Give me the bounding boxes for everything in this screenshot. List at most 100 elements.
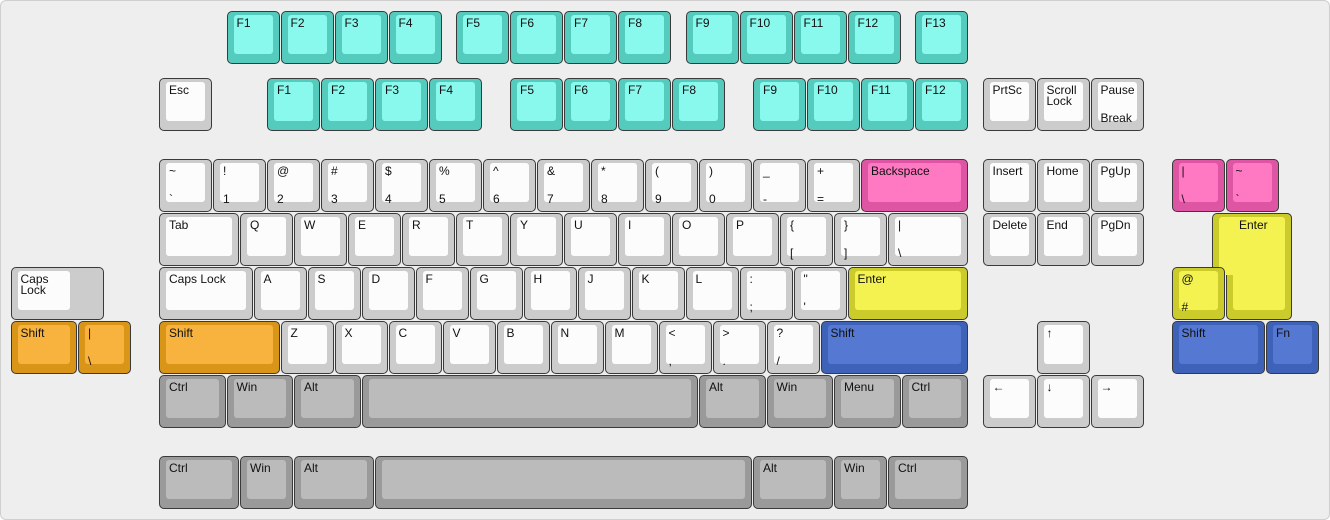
- key-space[interactable]: @2: [267, 159, 320, 212]
- key-f6[interactable]: F6: [510, 11, 563, 64]
- key-fn[interactable]: Fn: [1266, 321, 1319, 374]
- key-q[interactable]: Q: [240, 213, 293, 266]
- key-space[interactable]: >.: [712, 321, 766, 374]
- key-f4[interactable]: F4: [388, 11, 442, 64]
- key-f7[interactable]: F7: [618, 78, 671, 131]
- key-space[interactable]: ↓: [1036, 375, 1090, 428]
- key-space[interactable]: * 8: [591, 159, 644, 212]
- key-f6[interactable]: F6: [564, 78, 617, 131]
- key-ctrl[interactable]: Ctrl: [159, 456, 239, 509]
- key-s[interactable]: S: [307, 267, 361, 320]
- key-f3[interactable]: F3: [375, 78, 428, 131]
- key-space[interactable]: | \: [78, 321, 131, 374]
- key-space[interactable]: ~ `: [159, 159, 212, 212]
- key-scroll-lock[interactable]: Scroll Lock: [1036, 78, 1090, 131]
- key-home[interactable]: Home: [1036, 159, 1090, 212]
- key-ctrl[interactable]: Ctrl: [901, 375, 968, 428]
- key-space[interactable]: ~ `: [1225, 159, 1279, 212]
- key-insert[interactable]: Insert: [982, 159, 1036, 212]
- key-space[interactable]: <,: [658, 321, 712, 374]
- key-i[interactable]: I: [618, 213, 671, 266]
- key-f8[interactable]: F8: [618, 11, 671, 64]
- key-n[interactable]: N: [550, 321, 604, 374]
- key-a[interactable]: A: [253, 267, 307, 320]
- key-space[interactable]: | \: [888, 213, 968, 266]
- key-space[interactable]: [375, 456, 752, 509]
- key-f1[interactable]: F1: [226, 11, 280, 64]
- key-alt[interactable]: Alt: [294, 375, 361, 428]
- key-tab[interactable]: Tab: [159, 213, 239, 266]
- key-y[interactable]: Y: [510, 213, 563, 266]
- key-backspace[interactable]: Backspace: [861, 159, 968, 212]
- key-win[interactable]: Win: [834, 456, 887, 509]
- key-space[interactable]: " ': [793, 267, 847, 320]
- key-o[interactable]: O: [672, 213, 725, 266]
- key-f5[interactable]: F5: [456, 11, 509, 64]
- key-space[interactable]: ? /: [766, 321, 820, 374]
- key-alt[interactable]: Alt: [699, 375, 766, 428]
- key-space[interactable]: + =: [807, 159, 860, 212]
- key-f2[interactable]: F2: [280, 11, 334, 64]
- key-f4[interactable]: F4: [429, 78, 482, 131]
- key-c[interactable]: C: [388, 321, 442, 374]
- key-space[interactable]: {[: [780, 213, 833, 266]
- key-p[interactable]: P: [726, 213, 779, 266]
- key-f9[interactable]: F9: [685, 11, 739, 64]
- key-win[interactable]: Win: [240, 456, 293, 509]
- key-pgup[interactable]: PgUp: [1090, 159, 1144, 212]
- key-ctrl[interactable]: Ctrl: [888, 456, 968, 509]
- key-shift[interactable]: Shift: [1171, 321, 1265, 374]
- key-z[interactable]: Z: [280, 321, 334, 374]
- key-end[interactable]: End: [1036, 213, 1090, 266]
- key-prtsc[interactable]: PrtSc: [982, 78, 1036, 131]
- key-k[interactable]: K: [631, 267, 685, 320]
- key-caps-lock[interactable]: Caps Lock: [10, 267, 104, 320]
- key-caps-lock[interactable]: Caps Lock: [159, 267, 253, 320]
- key-f12[interactable]: F12: [847, 11, 901, 64]
- key-x[interactable]: X: [334, 321, 388, 374]
- key-win[interactable]: Win: [226, 375, 293, 428]
- key-w[interactable]: W: [294, 213, 347, 266]
- key-u[interactable]: U: [564, 213, 617, 266]
- key-win[interactable]: Win: [766, 375, 833, 428]
- key-r[interactable]: R: [402, 213, 455, 266]
- key-f5[interactable]: F5: [510, 78, 563, 131]
- key-f10[interactable]: F10: [739, 11, 793, 64]
- key-space[interactable]: % 5: [429, 159, 482, 212]
- key-f[interactable]: F: [415, 267, 469, 320]
- key-space[interactable]: ←: [982, 375, 1036, 428]
- key-esc[interactable]: Esc: [159, 78, 212, 131]
- key-shift[interactable]: Shift: [820, 321, 968, 374]
- key-f9[interactable]: F9: [753, 78, 806, 131]
- key-pause[interactable]: Pause Break: [1090, 78, 1144, 131]
- key-space[interactable]: $4: [375, 159, 428, 212]
- key-pgdn[interactable]: PgDn: [1090, 213, 1144, 266]
- key-v[interactable]: V: [442, 321, 496, 374]
- key-alt[interactable]: Alt: [753, 456, 833, 509]
- key-space[interactable]: #3: [321, 159, 374, 212]
- key-f10[interactable]: F10: [807, 78, 860, 131]
- key-m[interactable]: M: [604, 321, 658, 374]
- key-space[interactable]: :;: [739, 267, 793, 320]
- key-f11[interactable]: F11: [793, 11, 847, 64]
- key-space[interactable]: ↑: [1036, 321, 1090, 374]
- key-d[interactable]: D: [361, 267, 415, 320]
- key-ctrl[interactable]: Ctrl: [159, 375, 226, 428]
- key-space[interactable]: ) 0: [699, 159, 752, 212]
- key-enter[interactable]: Enter: [847, 267, 968, 320]
- key-space[interactable]: →: [1090, 375, 1144, 428]
- key-f11[interactable]: F11: [861, 78, 914, 131]
- key-menu[interactable]: Menu: [834, 375, 901, 428]
- key-space[interactable]: ! 1: [213, 159, 266, 212]
- key-space[interactable]: (9: [645, 159, 698, 212]
- key-space[interactable]: }]: [834, 213, 887, 266]
- key-t[interactable]: T: [456, 213, 509, 266]
- key-delete[interactable]: Delete: [982, 213, 1036, 266]
- key-space[interactable]: & 7: [537, 159, 590, 212]
- key-j[interactable]: J: [577, 267, 631, 320]
- key-shift[interactable]: Shift: [159, 321, 280, 374]
- key-alt[interactable]: Alt: [294, 456, 374, 509]
- key-l[interactable]: L: [685, 267, 739, 320]
- key-space[interactable]: ^ 6: [483, 159, 536, 212]
- key-space[interactable]: _ -: [753, 159, 806, 212]
